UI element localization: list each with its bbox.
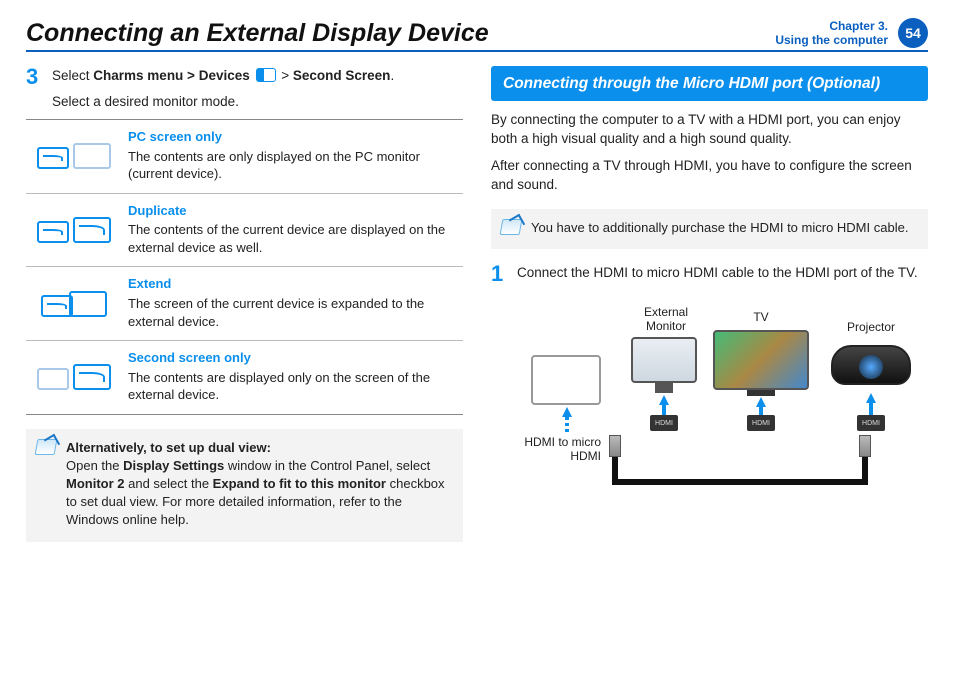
label-external-monitor: External Monitor — [631, 305, 701, 333]
text: window in the Control Panel, select — [224, 458, 430, 473]
cable-icon — [612, 457, 618, 481]
arrow-icon — [662, 405, 666, 415]
mode-icon — [26, 194, 122, 267]
arrow-icon — [866, 393, 876, 403]
mode-desc: The contents of the current device are d… — [128, 221, 457, 256]
tv-icon — [713, 330, 809, 390]
mode-name: Extend — [128, 275, 457, 293]
text-bold: Monitor 2 — [66, 476, 125, 491]
arrow-icon — [759, 407, 763, 415]
mode-name: PC screen only — [128, 128, 457, 146]
text: > — [278, 68, 293, 83]
monitor-stand-icon — [655, 383, 673, 393]
right-column: Connecting through the Micro HDMI port (… — [491, 66, 928, 542]
page-number-badge: 54 — [898, 18, 928, 48]
text: Select — [52, 68, 93, 83]
cable-icon — [862, 457, 868, 481]
note-hdmi-cable: You have to additionally purchase the HD… — [491, 209, 928, 249]
devices-icon — [256, 68, 276, 82]
text: and select the — [125, 476, 213, 491]
label-projector: Projector — [836, 320, 906, 334]
page-title: Connecting an External Display Device — [26, 19, 489, 48]
mode-desc: The screen of the current device is expa… — [128, 295, 457, 330]
text-bold: Expand to fit to this monitor — [213, 476, 386, 491]
mode-name: Second screen only — [128, 349, 457, 367]
plug-icon — [859, 435, 871, 457]
hdmi-port-icon: HDMI — [747, 415, 775, 431]
mode-row-pc-only: PC screen only The contents are only dis… — [26, 120, 463, 194]
step-number: 1 — [491, 263, 507, 285]
mode-row-extend: Extend The screen of the current device … — [26, 267, 463, 341]
arrow-icon — [869, 403, 873, 415]
chapter-block: Chapter 3. Using the computer 54 — [775, 18, 928, 48]
mode-row-duplicate: Duplicate The contents of the current de… — [26, 194, 463, 268]
arrow-icon — [562, 407, 572, 417]
paragraph: After connecting a TV through HDMI, you … — [491, 157, 928, 195]
mode-icon — [26, 267, 122, 340]
plug-icon — [609, 435, 621, 457]
mode-row-second-only: Second screen only The contents are disp… — [26, 341, 463, 414]
text: Open the — [66, 458, 123, 473]
paragraph: By connecting the computer to a TV with … — [491, 111, 928, 149]
chapter-line-2: Using the computer — [775, 33, 888, 47]
section-heading: Connecting through the Micro HDMI port (… — [491, 66, 928, 101]
arrow-icon — [756, 397, 766, 407]
chapter-text: Chapter 3. Using the computer — [775, 19, 888, 48]
label-tv: TV — [721, 310, 801, 324]
tablet-icon — [531, 355, 601, 405]
projector-lens-icon — [859, 355, 883, 379]
text: . — [390, 68, 394, 83]
monitor-mode-table: PC screen only The contents are only dis… — [26, 119, 463, 415]
left-column: 3 Select Charms menu > Devices > Second … — [26, 66, 463, 542]
note-dual-view: Alternatively, to set up dual view: Open… — [26, 429, 463, 542]
mode-name: Duplicate — [128, 202, 457, 220]
arrow-icon — [565, 417, 569, 435]
text-bold: Display Settings — [123, 458, 224, 473]
cable-icon — [612, 479, 868, 485]
text-bold: Second Screen — [293, 68, 391, 83]
step-number: 3 — [26, 66, 42, 111]
mode-desc: The contents are only displayed on the P… — [128, 148, 457, 183]
mode-icon — [26, 341, 122, 414]
hdmi-port-icon: HDMI — [650, 415, 678, 431]
text-bold: Charms menu > Devices — [93, 68, 249, 83]
step-text: Connect the HDMI to micro HDMI cable to … — [517, 263, 928, 285]
note-title: Alternatively, to set up dual view: — [66, 440, 271, 455]
tv-stand-icon — [747, 390, 775, 396]
step-3: 3 Select Charms menu > Devices > Second … — [26, 66, 463, 111]
text: Select a desired monitor mode. — [52, 92, 463, 112]
page-header: Connecting an External Display Device Ch… — [26, 18, 928, 52]
label-cable: HDMI to micro HDMI — [491, 435, 601, 463]
step-1: 1 Connect the HDMI to micro HDMI cable t… — [491, 263, 928, 285]
arrow-icon — [659, 395, 669, 405]
mode-icon — [26, 120, 122, 193]
mode-desc: The contents are displayed only on the s… — [128, 369, 457, 404]
hdmi-port-icon: HDMI — [857, 415, 885, 431]
monitor-icon — [631, 337, 697, 383]
hdmi-diagram: HDMI to micro HDMI External Monitor HDMI… — [491, 295, 928, 515]
step-body: Select Charms menu > Devices > Second Sc… — [52, 66, 463, 111]
chapter-line-1: Chapter 3. — [775, 19, 888, 33]
note-text: You have to additionally purchase the HD… — [531, 220, 908, 235]
